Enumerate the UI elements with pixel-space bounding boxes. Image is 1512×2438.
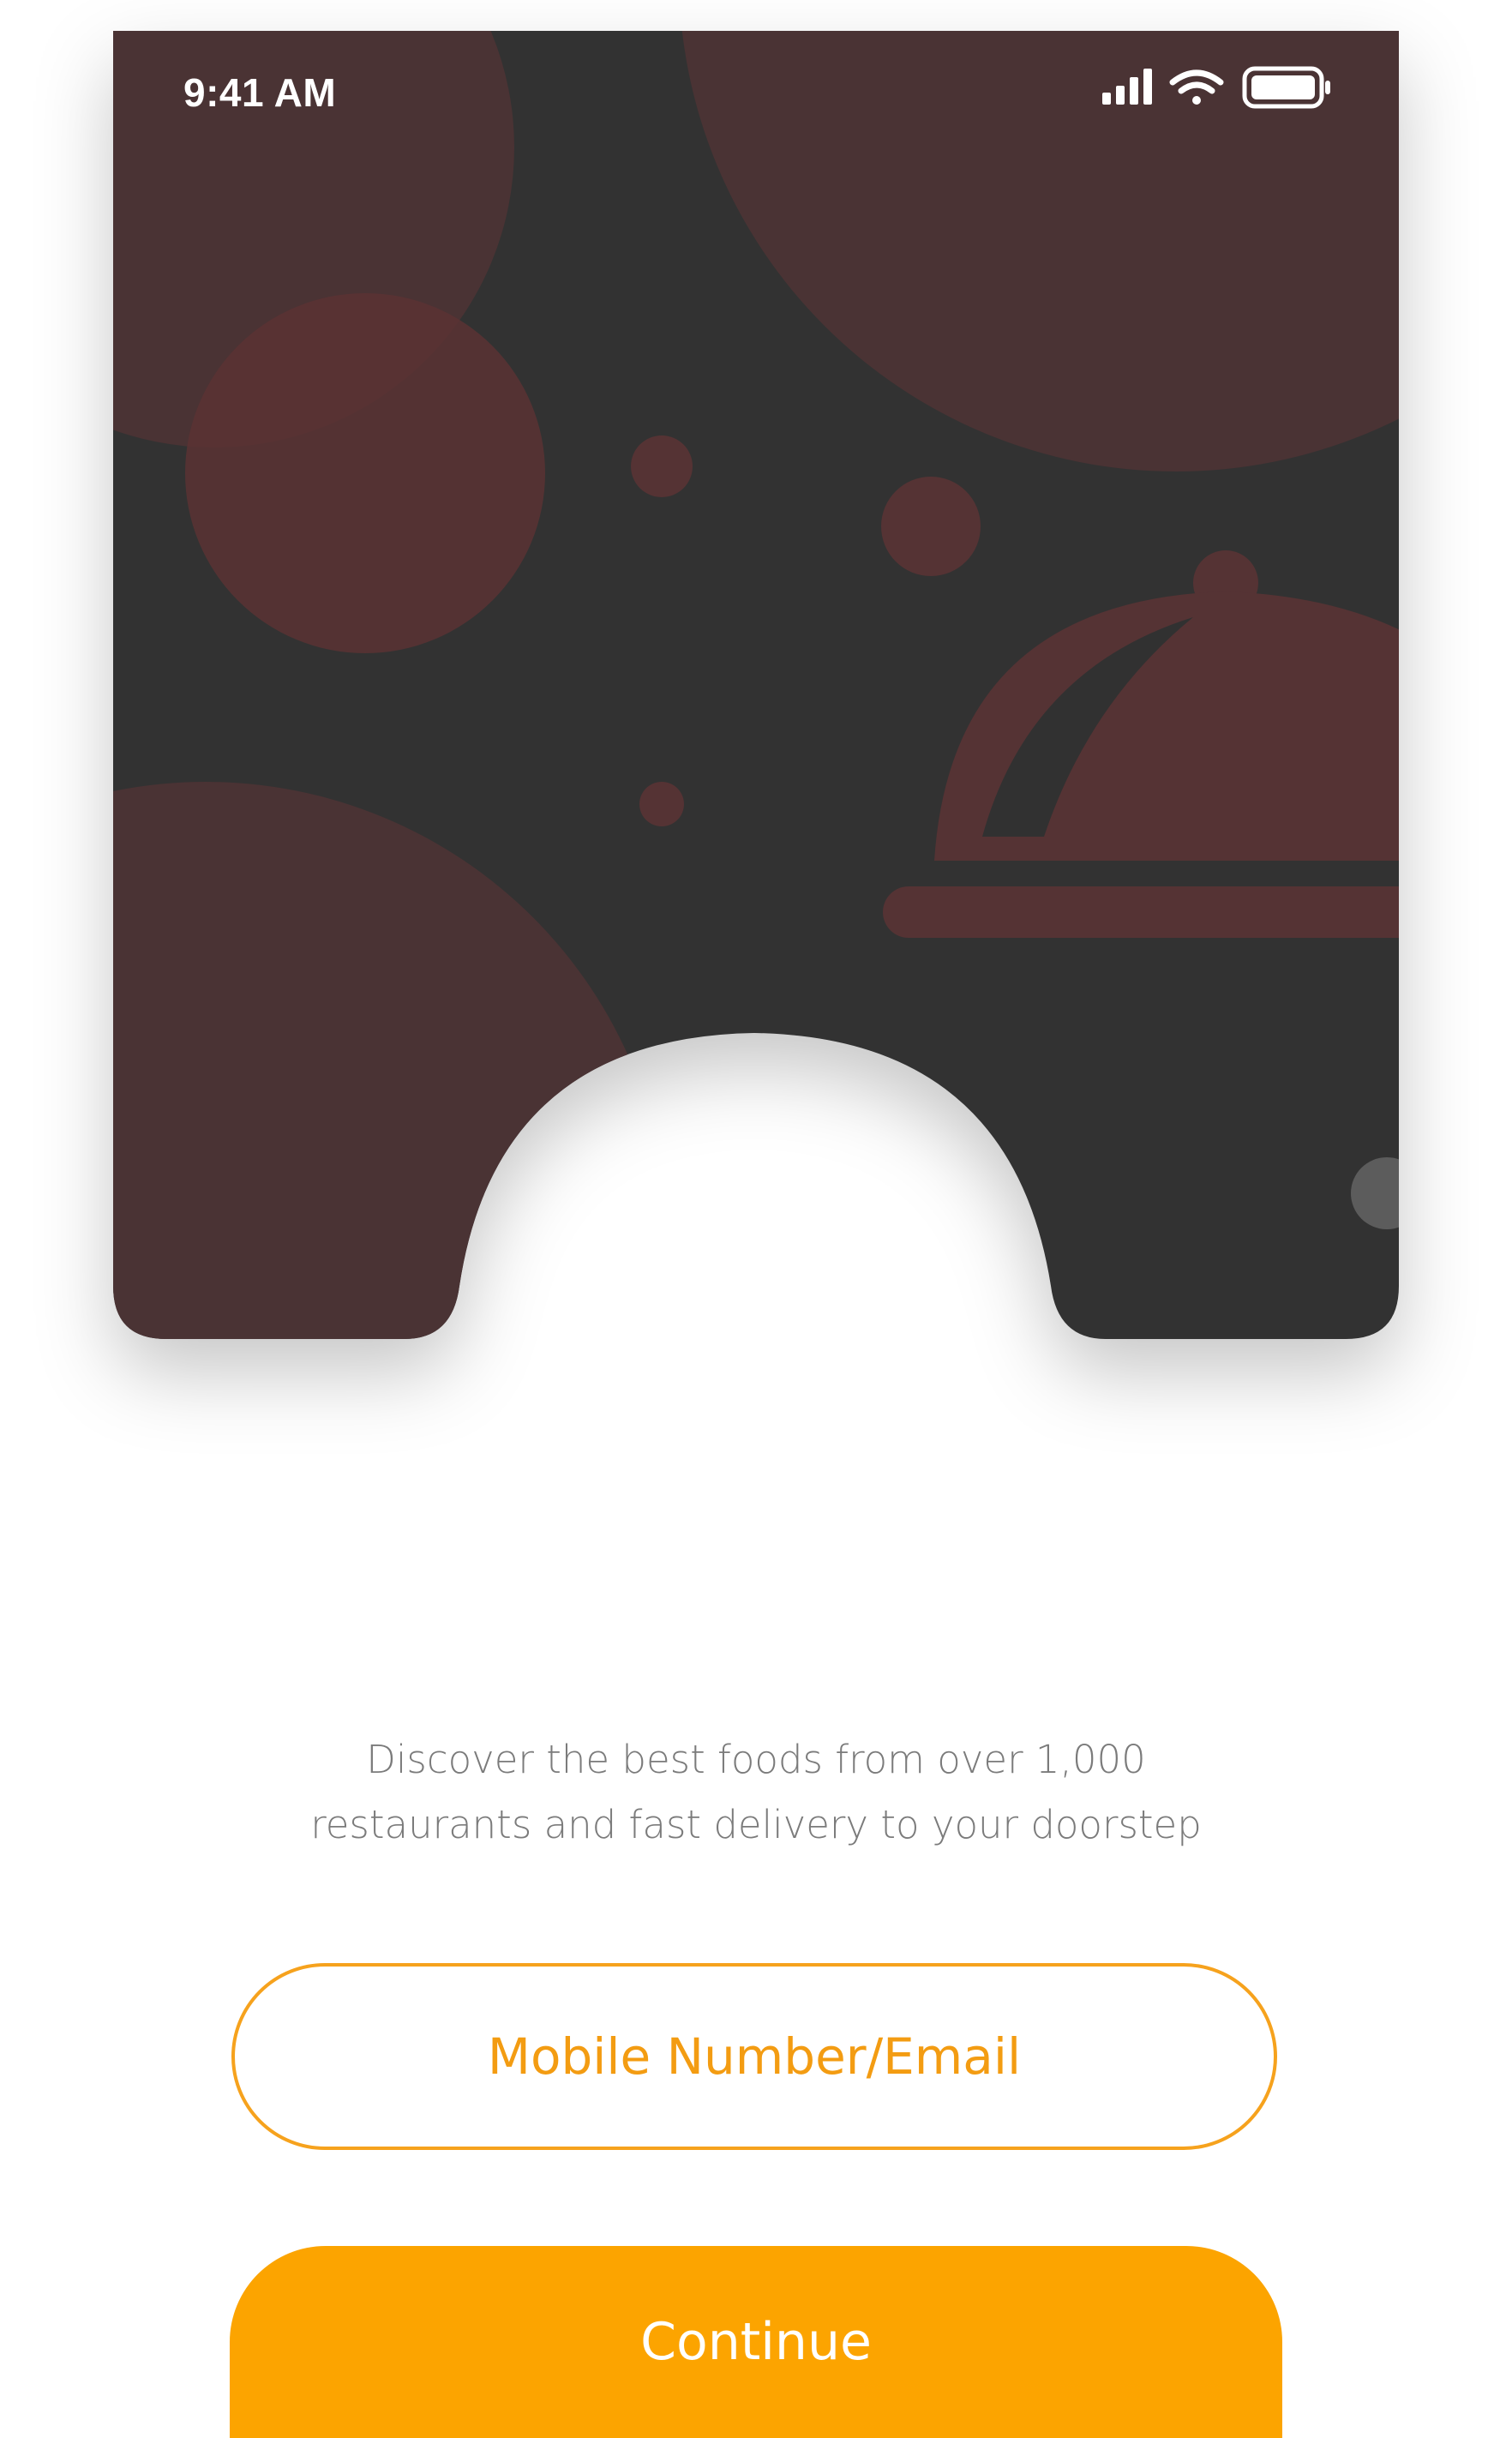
decor-dot-medium <box>881 477 981 576</box>
hero-illustration <box>113 31 1399 1339</box>
status-bar-time: 9:41 AM <box>183 70 337 115</box>
mobile-email-input[interactable] <box>281 2027 1227 2087</box>
status-bar-icons <box>1102 66 1330 109</box>
tagline-line-1: Discover the best foods from over 1,000 <box>366 1737 1146 1782</box>
hero-header: 9:41 AM <box>0 0 1512 1543</box>
decor-dot-grey <box>1351 1157 1399 1229</box>
wifi-icon <box>1169 69 1224 105</box>
tagline: Discover the best foods from over 1,000 … <box>242 1727 1270 1858</box>
login-screen: 9:41 AM Discover the best foods from ove… <box>0 0 1512 2438</box>
decor-dot-small-1 <box>631 435 693 497</box>
continue-button[interactable]: Continue <box>230 2246 1282 2438</box>
mobile-email-field[interactable] <box>231 1963 1277 2150</box>
cellular-signal-icon <box>1102 69 1152 105</box>
decor-dot-small-2 <box>639 782 684 826</box>
battery-icon <box>1242 66 1330 109</box>
tagline-line-2: restaurants and fast delivery to your do… <box>310 1802 1202 1847</box>
decor-circle-mid-left <box>185 293 545 653</box>
